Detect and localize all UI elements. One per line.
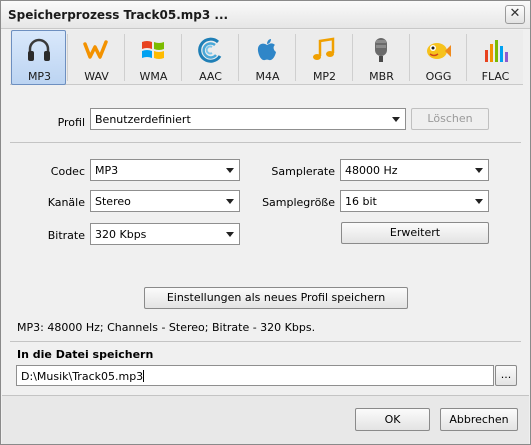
samplerate-value: 48000 Hz bbox=[345, 164, 398, 177]
fish-icon bbox=[427, 43, 451, 59]
samplerate-label: Samplerate bbox=[271, 165, 335, 178]
save-to-file-heading: In die Datei speichern bbox=[17, 348, 154, 361]
codec-select[interactable]: MP3 bbox=[90, 159, 240, 181]
format-label: OGG bbox=[425, 70, 452, 83]
channels-select[interactable]: Stereo bbox=[90, 190, 240, 212]
channels-label: Kanäle bbox=[47, 196, 85, 209]
wav-wave-icon bbox=[83, 40, 108, 59]
format-tab-ogg[interactable]: OGG bbox=[410, 30, 465, 85]
chevron-down-icon bbox=[475, 168, 483, 173]
samplesize-label: Samplegröße bbox=[262, 196, 335, 209]
format-label: WMA bbox=[139, 70, 168, 83]
samplesize-select[interactable]: 16 bit bbox=[340, 190, 489, 212]
advanced-button[interactable]: Erweitert bbox=[341, 222, 489, 244]
save-as-profile-button[interactable]: Einstellungen als neues Profil speichern bbox=[144, 287, 408, 309]
format-toolbar: MP3 WAV WMA AAC M4A MP2 MBR OGG FLAC bbox=[10, 30, 523, 85]
format-label: AAC bbox=[199, 70, 222, 83]
codec-label: Codec bbox=[50, 165, 85, 178]
chevron-down-icon bbox=[392, 117, 400, 122]
format-tab-m4a[interactable]: M4A bbox=[239, 30, 294, 85]
bitrate-label: Bitrate bbox=[47, 229, 85, 242]
windows-logo-icon bbox=[142, 41, 164, 59]
chevron-down-icon bbox=[226, 232, 234, 237]
format-label: MBR bbox=[369, 70, 394, 83]
music-note-icon bbox=[313, 37, 335, 60]
divider bbox=[10, 341, 521, 342]
apple-logo-icon bbox=[257, 39, 276, 61]
dialog-window: Speicherprozess Track05.mp3 ... ✕ MP3 WA… bbox=[0, 0, 531, 445]
format-label: MP2 bbox=[312, 70, 337, 83]
format-label: WAV bbox=[84, 70, 109, 83]
microphone-icon bbox=[375, 38, 387, 62]
delete-profile-button[interactable]: Löschen bbox=[411, 108, 489, 130]
output-path-input[interactable]: D:\Musik\Track05.mp3 bbox=[16, 365, 494, 386]
format-label: M4A bbox=[255, 70, 280, 83]
profile-select[interactable]: Benutzerdefiniert bbox=[90, 108, 406, 130]
format-summary-text: MP3: 48000 Hz; Channels - Stereo; Bitrat… bbox=[17, 321, 316, 334]
samplerate-select[interactable]: 48000 Hz bbox=[340, 159, 489, 181]
output-path-value: D:\Musik\Track05.mp3 bbox=[21, 370, 144, 383]
close-button[interactable]: ✕ bbox=[505, 5, 525, 24]
headphones-icon bbox=[28, 38, 50, 61]
samplesize-value: 16 bit bbox=[345, 195, 377, 208]
browse-button[interactable]: ... bbox=[495, 365, 517, 386]
format-label: MP3 bbox=[27, 70, 52, 83]
profile-value: Benutzerdefiniert bbox=[95, 113, 191, 126]
codec-value: MP3 bbox=[95, 164, 119, 177]
bitrate-value: 320 Kbps bbox=[95, 228, 147, 241]
bitrate-select[interactable]: 320 Kbps bbox=[90, 223, 240, 245]
format-tab-aac[interactable]: AAC bbox=[182, 30, 237, 85]
text-caret bbox=[143, 370, 145, 382]
format-tab-mp3[interactable]: MP3 bbox=[11, 30, 66, 85]
divider bbox=[10, 142, 521, 143]
ok-button[interactable]: OK bbox=[355, 408, 430, 431]
format-tab-wma[interactable]: WMA bbox=[125, 30, 180, 85]
window-title: Speicherprozess Track05.mp3 ... bbox=[8, 8, 229, 22]
chevron-down-icon bbox=[226, 168, 234, 173]
format-tab-mbr[interactable]: MBR bbox=[353, 30, 408, 85]
format-tab-wav[interactable]: WAV bbox=[68, 30, 123, 85]
chevron-down-icon bbox=[226, 199, 234, 204]
cancel-button[interactable]: Abbrechen bbox=[440, 408, 518, 431]
format-tab-mp2[interactable]: MP2 bbox=[296, 30, 351, 85]
channels-value: Stereo bbox=[95, 195, 131, 208]
aac-swirl-icon bbox=[198, 37, 222, 63]
format-tab-flac[interactable]: FLAC bbox=[467, 30, 522, 85]
format-label: FLAC bbox=[481, 70, 510, 83]
profile-label: Profil bbox=[57, 116, 85, 129]
equalizer-bars-icon bbox=[485, 40, 508, 62]
title-bar[interactable]: Speicherprozess Track05.mp3 ... ✕ bbox=[1, 1, 530, 29]
chevron-down-icon bbox=[475, 199, 483, 204]
